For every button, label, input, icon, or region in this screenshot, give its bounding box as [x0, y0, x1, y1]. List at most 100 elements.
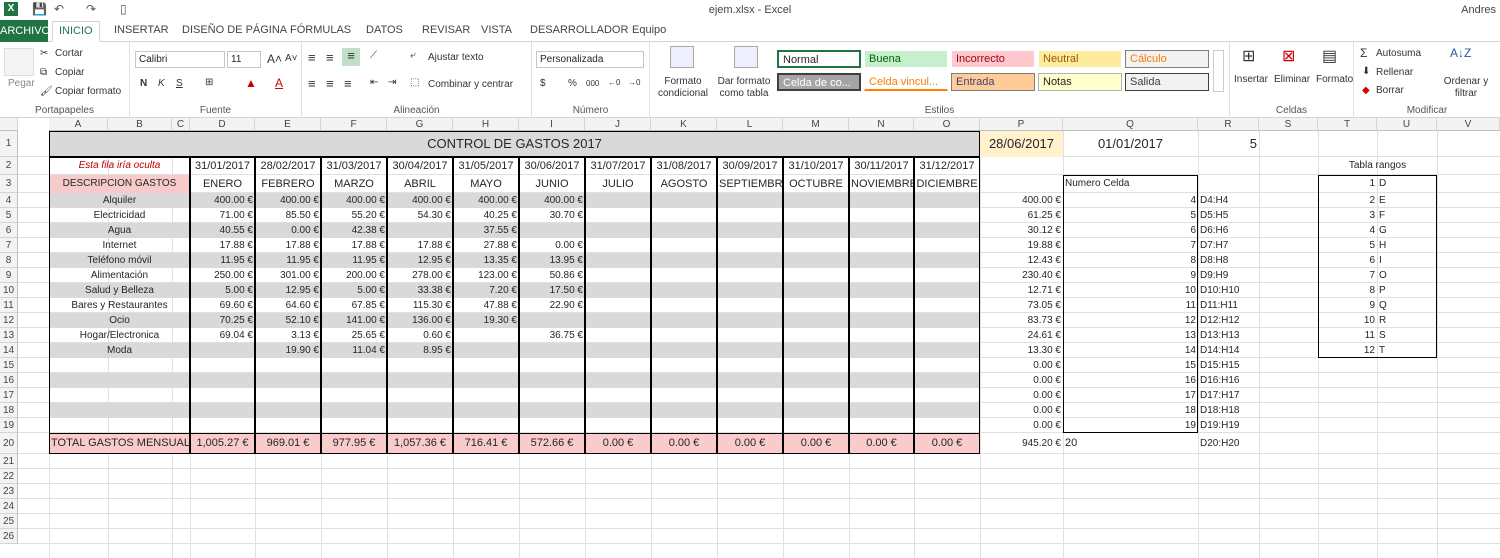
tab-revisar[interactable]: REVISAR	[422, 24, 470, 36]
side-value[interactable]: 0.00 €	[980, 403, 1063, 418]
expense-value[interactable]: 17.88 €	[387, 238, 453, 253]
format-painter-button[interactable]: Copiar formato	[55, 86, 121, 97]
indent-decrease-icon[interactable]: ⇤	[370, 77, 378, 88]
expense-value[interactable]: 52.10 €	[255, 313, 321, 328]
number-format-select[interactable]: Personalizada	[536, 51, 644, 68]
total-value[interactable]: 0.00 €	[914, 433, 980, 454]
rango-column[interactable]: S	[1377, 328, 1437, 343]
rango-column[interactable]: P	[1377, 283, 1437, 298]
total-value[interactable]: 969.01 €	[255, 433, 321, 454]
expense-value[interactable]: 8.95 €	[387, 343, 453, 358]
side-number[interactable]: 8	[1063, 253, 1198, 268]
worksheet-grid[interactable]: A B C D E F G H I J K L M N O P Q R S T U V 1 2 3 4 5 6 7 8 9 10 11 12 13 1…	[0, 118, 1500, 558]
side-range[interactable]: D15:H15	[1198, 358, 1259, 373]
side-range[interactable]: D17:H17	[1198, 388, 1259, 403]
row-header[interactable]: 1	[0, 131, 18, 157]
column-header[interactable]: Q	[1063, 118, 1198, 131]
brush-icon[interactable]: 🖌	[40, 86, 53, 97]
row-header[interactable]: 21	[0, 454, 18, 469]
side-range[interactable]: D7:H7	[1198, 238, 1259, 253]
total-value[interactable]: 716.41 €	[453, 433, 519, 454]
row-header[interactable]: 17	[0, 388, 18, 403]
rango-number[interactable]: 5	[1318, 238, 1377, 253]
style-neutral[interactable]: Neutral	[1038, 50, 1122, 68]
bold-button[interactable]: N	[140, 78, 147, 89]
column-header[interactable]: V	[1437, 118, 1500, 131]
borders-icon[interactable]: ⊞	[205, 77, 213, 88]
tab-equipo[interactable]: Equipo	[632, 24, 666, 36]
side-value[interactable]: 400.00 €	[980, 193, 1063, 208]
rango-number[interactable]: 3	[1318, 208, 1377, 223]
column-header[interactable]: O	[914, 118, 980, 131]
paste-icon[interactable]	[4, 48, 34, 76]
fill-button[interactable]: Rellenar	[1376, 67, 1413, 78]
align-right-icon[interactable]: ≡	[344, 76, 352, 91]
shrink-font-icon[interactable]: A˅	[285, 53, 298, 64]
expense-value[interactable]: 50.86 €	[519, 268, 585, 283]
align-bottom-icon[interactable]: ≡	[342, 48, 360, 66]
side-number[interactable]: 16	[1063, 373, 1198, 388]
expense-value[interactable]: 42.38 €	[321, 223, 387, 238]
side-value[interactable]: 12.43 €	[980, 253, 1063, 268]
expense-value[interactable]: 400.00 €	[321, 193, 387, 208]
row-header[interactable]: 12	[0, 313, 18, 328]
side-number[interactable]: 7	[1063, 238, 1198, 253]
column-header[interactable]: M	[783, 118, 849, 131]
font-color-icon[interactable]: A	[275, 76, 283, 90]
column-header[interactable]: C	[172, 118, 190, 131]
expense-value[interactable]: 47.88 €	[453, 298, 519, 313]
paste-button[interactable]: Pegar	[8, 78, 35, 89]
row-header[interactable]: 15	[0, 358, 18, 373]
tab-insertar[interactable]: INSERTAR	[114, 24, 169, 36]
column-header[interactable]: P	[980, 118, 1063, 131]
italic-button[interactable]: K	[158, 78, 165, 89]
side-number[interactable]: 12	[1063, 313, 1198, 328]
conditional-format-icon[interactable]	[670, 46, 694, 68]
side-number[interactable]: 10	[1063, 283, 1198, 298]
format-cells-icon[interactable]: ▤	[1322, 46, 1337, 66]
side-number[interactable]: 14	[1063, 343, 1198, 358]
tab-datos[interactable]: DATOS	[366, 24, 403, 36]
total-value[interactable]: 0.00 €	[783, 433, 849, 454]
expense-value[interactable]: 136.00 €	[387, 313, 453, 328]
expense-value[interactable]: 141.00 €	[321, 313, 387, 328]
side-range[interactable]: D9:H9	[1198, 268, 1259, 283]
expense-value[interactable]: 301.00 €	[255, 268, 321, 283]
expense-value[interactable]: 400.00 €	[519, 193, 585, 208]
align-center-icon[interactable]: ≡	[326, 76, 334, 91]
rango-column[interactable]: H	[1377, 238, 1437, 253]
format-table-button[interactable]: Dar formato como tabla	[714, 76, 774, 100]
expense-value[interactable]: 17.88 €	[190, 238, 255, 253]
column-header[interactable]: F	[321, 118, 387, 131]
rango-number[interactable]: 6	[1318, 253, 1377, 268]
side-value[interactable]: 230.40 €	[980, 268, 1063, 283]
format-button[interactable]: Formato	[1316, 74, 1353, 85]
total-value[interactable]: 1,057.36 €	[387, 433, 453, 454]
align-top-icon[interactable]: ≡	[308, 50, 316, 65]
side-number[interactable]: 13	[1063, 328, 1198, 343]
align-middle-icon[interactable]: ≡	[326, 50, 334, 65]
row-header[interactable]: 16	[0, 373, 18, 388]
side-range[interactable]: D5:H5	[1198, 208, 1259, 223]
autosum-button[interactable]: Autosuma	[1376, 48, 1421, 59]
expense-value[interactable]: 25.65 €	[321, 328, 387, 343]
delete-cells-icon[interactable]: ⊠	[1282, 46, 1295, 66]
expense-value[interactable]: 400.00 €	[190, 193, 255, 208]
expense-value[interactable]: 17.50 €	[519, 283, 585, 298]
column-header[interactable]: S	[1259, 118, 1318, 131]
side-value[interactable]: 0.00 €	[980, 418, 1063, 433]
style-normal[interactable]: Normal	[777, 50, 861, 68]
row-header[interactable]: 24	[0, 499, 18, 514]
currency-icon[interactable]: $	[540, 78, 546, 89]
row-header[interactable]: 23	[0, 484, 18, 499]
cell-q20[interactable]: 20	[1063, 433, 1198, 454]
side-number[interactable]: 11	[1063, 298, 1198, 313]
rango-number[interactable]: 10	[1318, 313, 1377, 328]
expense-value[interactable]: 85.50 €	[255, 208, 321, 223]
row-header[interactable]: 11	[0, 298, 18, 313]
expense-value[interactable]: 22.90 €	[519, 298, 585, 313]
row-header[interactable]: 18	[0, 403, 18, 418]
rango-column[interactable]: I	[1377, 253, 1437, 268]
expense-value[interactable]: 115.30 €	[387, 298, 453, 313]
rango-number[interactable]: 2	[1318, 193, 1377, 208]
